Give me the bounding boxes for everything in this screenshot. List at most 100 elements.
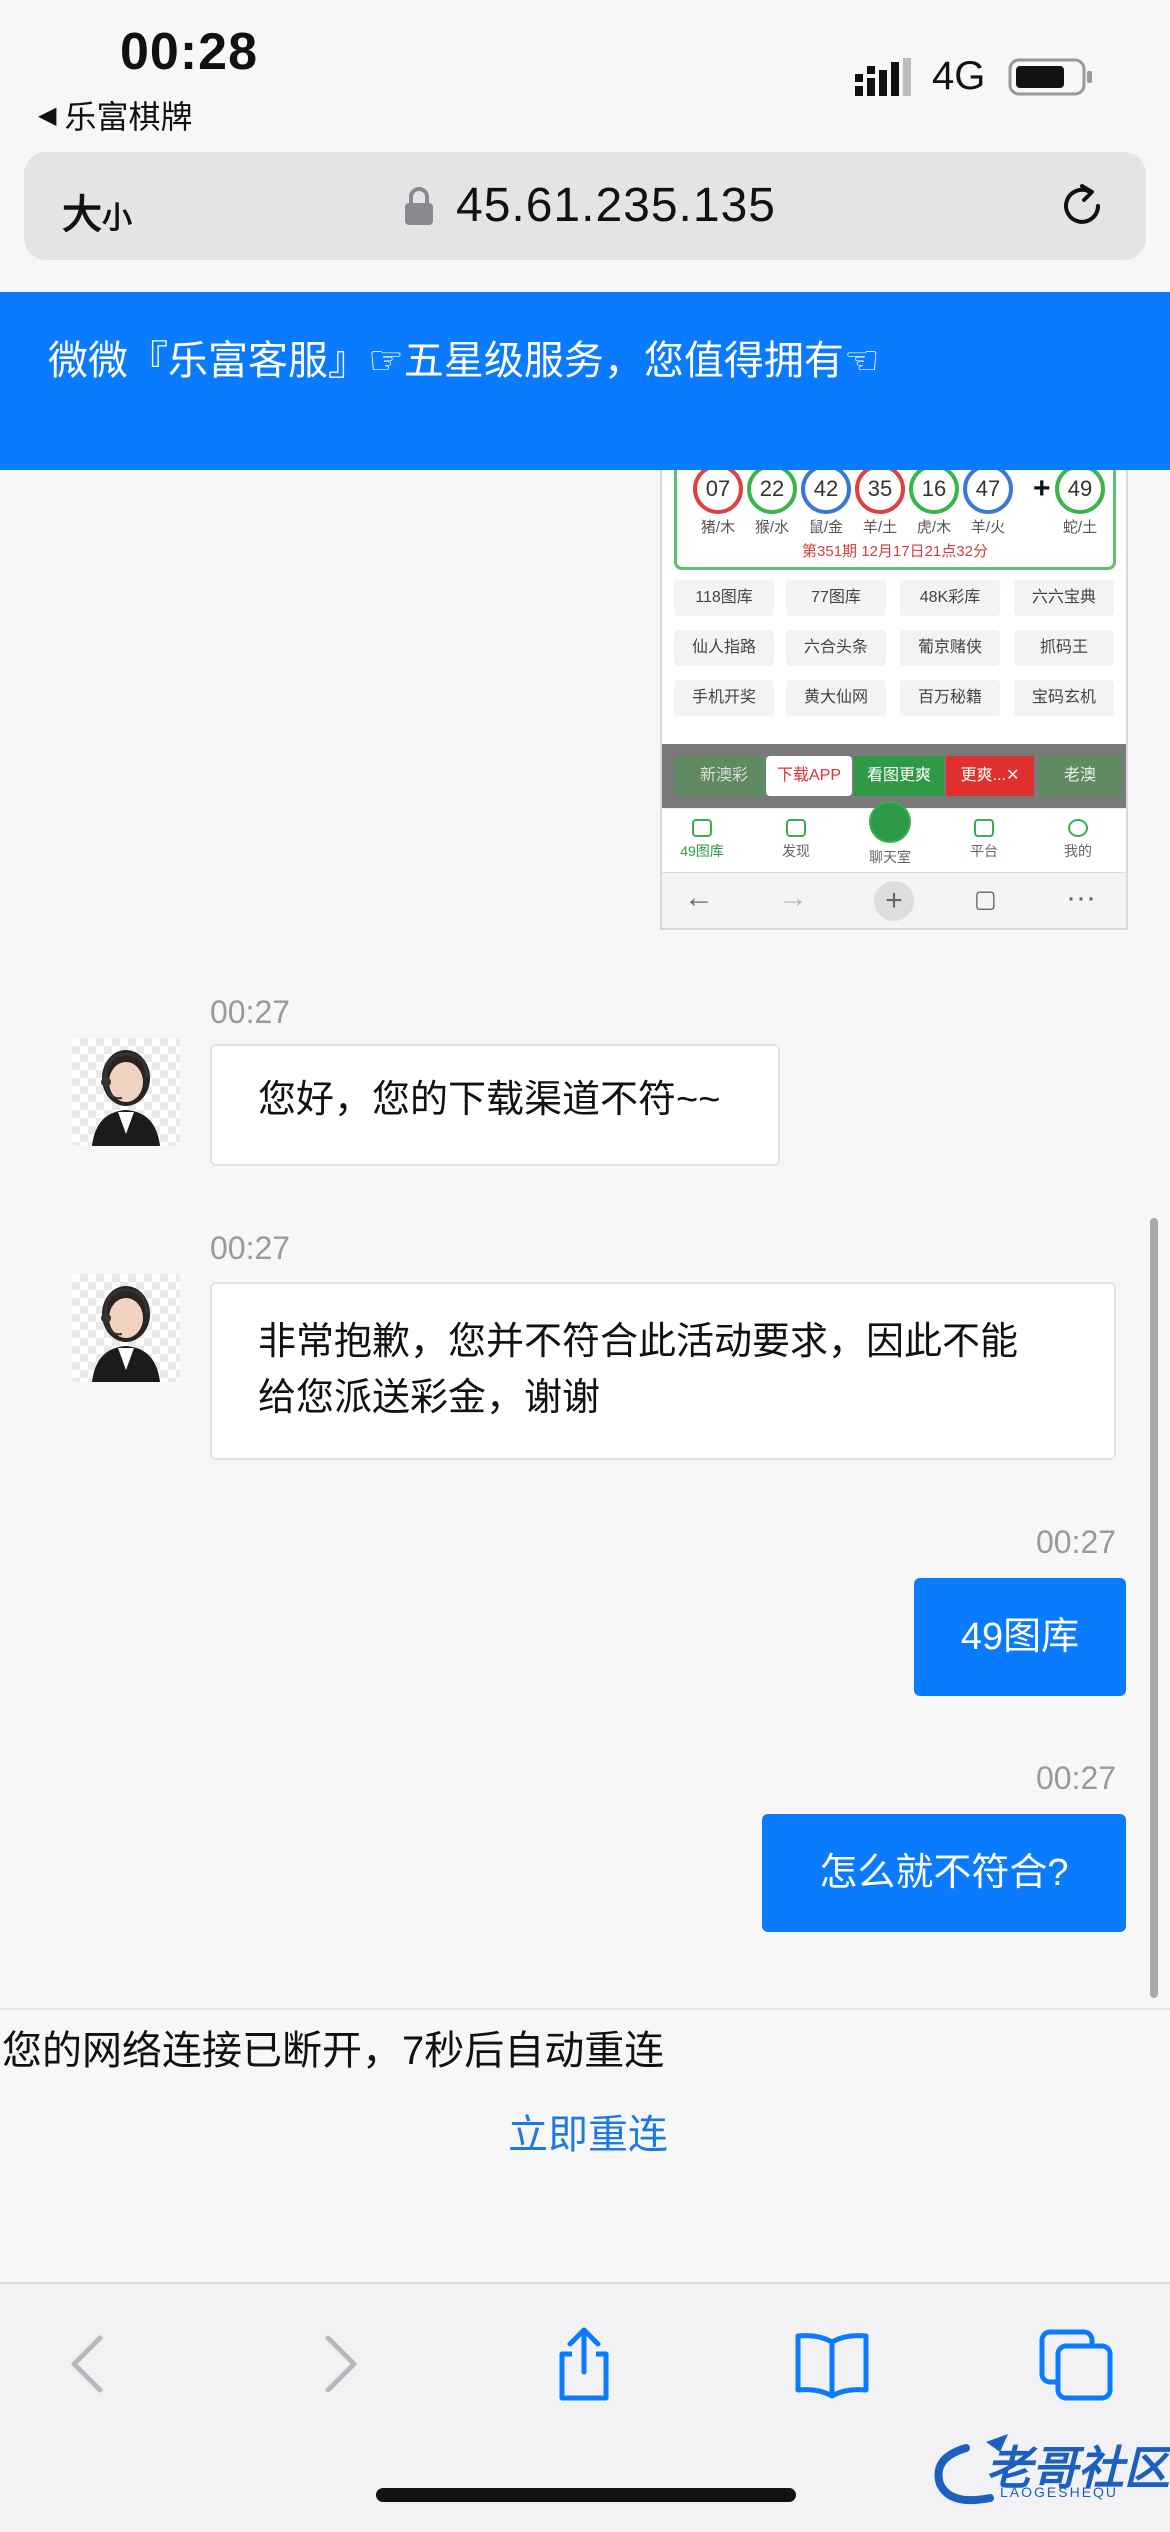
grid-button: 48K彩库 <box>900 580 1000 616</box>
lottery-ball: 49 <box>1055 470 1105 514</box>
cellular-signal-icon <box>855 58 911 96</box>
draw-info: 第351期 12月17日21点32分 <box>802 543 988 560</box>
lottery-ball: 47 <box>963 470 1013 514</box>
reload-icon[interactable] <box>1054 178 1110 234</box>
text-size-small: 小 <box>102 202 132 235</box>
ball-label: 鼠/金 <box>808 519 844 536</box>
lottery-ball: 07 <box>693 470 743 514</box>
agent-avatar[interactable] <box>72 1274 180 1382</box>
overlay-button: 看图更爽 <box>854 756 944 796</box>
message-text-line: 给您派送彩金，谢谢 <box>258 1377 601 1419</box>
screenshot-tab: 聊天室 <box>850 801 930 867</box>
watermark-subtext: LAOGESHEQU <box>1000 2484 1119 2500</box>
network-type: 4G <box>932 54 986 98</box>
home-indicator <box>376 2488 796 2502</box>
message-text: 49图库 <box>960 1616 1080 1658</box>
back-to-app-link[interactable]: ◀ 乐富棋牌 <box>38 92 192 138</box>
message-timestamp: 00:27 <box>1036 1760 1117 1796</box>
nav-more-icon: ··· <box>1066 881 1096 914</box>
grid-button: 六合头条 <box>786 630 886 666</box>
overlay-button: 新澳彩 <box>674 756 774 796</box>
ball-label: 羊/火 <box>970 519 1006 536</box>
address-bar[interactable]: 大小 45.61.235.135 <box>24 152 1146 260</box>
screenshot-tabbar: 49图库 发现 聊天室 平台 我的 <box>662 801 1126 872</box>
agent-avatar-image <box>92 1050 160 1146</box>
message-timestamp: 00:27 <box>210 994 291 1030</box>
service-banner[interactable]: 微微『乐富客服』☞五星级服务，您值得拥有☜ <box>0 292 1170 470</box>
tab-label: 49图库 <box>680 843 724 859</box>
agent-avatar-image <box>92 1286 160 1382</box>
screenshot-overlay: 新澳彩 下载APP 看图更爽 更爽...✕ 老澳 <box>662 744 1126 808</box>
platform-icon <box>974 819 994 837</box>
status-time: 00:28 <box>120 23 258 81</box>
grid-button: 手机开奖 <box>674 680 774 716</box>
overlay-button: 更爽...✕ <box>946 756 1034 796</box>
connection-notice: 您的网络连接已断开，7秒后自动重连 <box>2 2029 665 2073</box>
screenshot-tab: 我的 <box>1038 819 1118 861</box>
message-timestamp: 00:27 <box>1036 1524 1117 1560</box>
message-text: 您好，您的下载渠道不符~~ <box>258 1079 721 1121</box>
message-bubble-right: 怎么就不符合? <box>762 1814 1126 1932</box>
tab-label: 聊天室 <box>869 849 911 865</box>
battery-icon <box>1008 58 1092 96</box>
grid-button: 仙人指路 <box>674 630 774 666</box>
grid-button: 118图库 <box>674 580 774 616</box>
nav-back-arrow-icon: ← <box>684 881 714 914</box>
lottery-ball: 22 <box>747 470 797 514</box>
reconnect-button[interactable]: 立即重连 <box>508 2102 668 2160</box>
banner-text: 微微『乐富客服』☞五星级服务，您值得拥有☜ <box>48 339 880 383</box>
message-bubble-right: 49图库 <box>914 1578 1126 1696</box>
message-bubble-left: 您好，您的下载渠道不符~~ <box>210 1044 780 1166</box>
ball-label: 蛇/土 <box>1062 519 1098 536</box>
grid-button: 宝码玄机 <box>1014 680 1114 716</box>
share-icon[interactable] <box>544 2324 624 2404</box>
lottery-ball: 16 <box>909 470 959 514</box>
forward-icon[interactable] <box>300 2324 380 2404</box>
divider <box>0 2008 1170 2010</box>
back-icon[interactable] <box>48 2324 128 2404</box>
lock-icon <box>405 186 433 225</box>
chat-icon <box>869 801 911 843</box>
tab-label: 我的 <box>1064 843 1092 859</box>
nav-plus-icon: + <box>874 881 914 921</box>
grid-button: 抓码王 <box>1014 630 1114 666</box>
message-text-line: 非常抱歉，您并不符合此活动要求，因此不能 <box>258 1321 1019 1363</box>
nav-tabs-icon: ▢ <box>974 886 997 913</box>
tab-label: 发现 <box>782 843 810 859</box>
bookmarks-icon[interactable] <box>792 2324 872 2404</box>
lottery-ball: 35 <box>855 470 905 514</box>
text-size-big: 大 <box>62 193 102 237</box>
agent-avatar[interactable] <box>72 1038 180 1146</box>
ball-label: 猪/木 <box>700 519 736 536</box>
overlay-button: 下载APP <box>766 756 852 796</box>
grid-button: 六六宝典 <box>1014 580 1114 616</box>
message-timestamp: 00:27 <box>210 1230 291 1266</box>
ball-label: 羊/土 <box>862 519 898 536</box>
tab-label: 平台 <box>970 843 998 859</box>
nav-forward-arrow-icon: → <box>778 881 808 914</box>
lottery-ball: 42 <box>801 470 851 514</box>
screenshot-tab: 49图库 <box>662 819 742 861</box>
chat-scrollbar[interactable] <box>1150 1218 1158 1998</box>
profile-icon <box>1068 819 1088 837</box>
back-app-label: 乐富棋牌 <box>64 99 193 135</box>
grid-button: 葡京赌侠 <box>900 630 1000 666</box>
tabs-icon[interactable] <box>1036 2324 1116 2404</box>
home-icon <box>692 819 712 837</box>
screenshot-tab: 发现 <box>756 819 836 861</box>
url-text[interactable]: 45.61.235.135 <box>456 178 776 233</box>
overlay-button: 老澳 <box>1038 756 1122 796</box>
screenshot-browser-nav: ← → + ▢ ··· <box>662 872 1126 928</box>
ball-label: 猴/水 <box>754 519 790 536</box>
text-size-button[interactable]: 大小 <box>62 182 132 240</box>
plus-sign: + <box>1033 472 1051 505</box>
image-message[interactable]: 07 猪/木 22 猴/水 42 鼠/金 35 羊/土 16 虎/木 47 羊/… <box>660 470 1128 930</box>
discover-icon <box>786 819 806 837</box>
lottery-result-box: 07 猪/木 22 猴/水 42 鼠/金 35 羊/土 16 虎/木 47 羊/… <box>674 470 1116 570</box>
ball-label: 虎/木 <box>916 519 952 536</box>
grid-button: 黄大仙网 <box>786 680 886 716</box>
message-text: 怎么就不符合? <box>819 1852 1069 1894</box>
screenshot-tab: 平台 <box>944 819 1024 861</box>
grid-button: 77图库 <box>786 580 886 616</box>
grid-button: 百万秘籍 <box>900 680 1000 716</box>
